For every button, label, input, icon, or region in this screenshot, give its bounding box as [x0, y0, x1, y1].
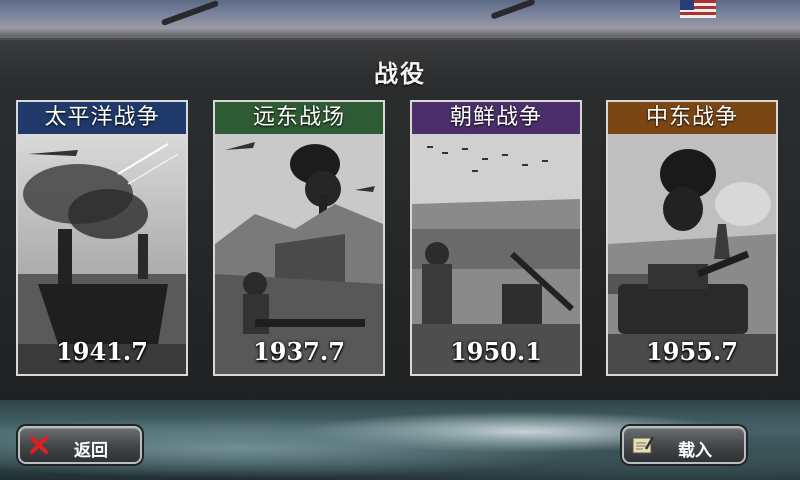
page-title: 战役 — [374, 60, 426, 88]
campaign-card-title: 中东战争 — [608, 102, 776, 134]
campaign-card-date: 1941.7 — [56, 337, 148, 366]
campaign-card-korea[interactable]: 朝鲜战争 1950.1 — [410, 100, 582, 376]
campaign-card-date: 1937.7 — [253, 337, 345, 366]
campaign-card-title: 朝鲜战争 — [412, 102, 580, 134]
plane-silhouette — [160, 0, 220, 27]
campaign-card-title: 远东战场 — [215, 102, 383, 134]
campaign-card-date: 1955.7 — [646, 337, 738, 366]
campaign-card-far-east[interactable]: 远东战场 1937.7 — [213, 100, 385, 376]
campaign-card-date: 1950.1 — [450, 337, 542, 366]
campaign-card-middle-east[interactable]: 中东战争 1955.7 — [606, 100, 778, 376]
back-button[interactable]: 返回 — [18, 426, 142, 464]
flag-icon — [680, 0, 716, 18]
load-button[interactable]: 载入 — [622, 426, 746, 464]
top-background-art — [0, 0, 800, 40]
campaign-card-pacific[interactable]: 太平洋战争 1941.7 — [16, 100, 188, 376]
back-button-label: 返回 — [74, 441, 108, 461]
load-button-label: 载入 — [678, 441, 712, 461]
plane-silhouette — [490, 0, 536, 20]
campaign-card-title: 太平洋战争 — [18, 102, 186, 134]
